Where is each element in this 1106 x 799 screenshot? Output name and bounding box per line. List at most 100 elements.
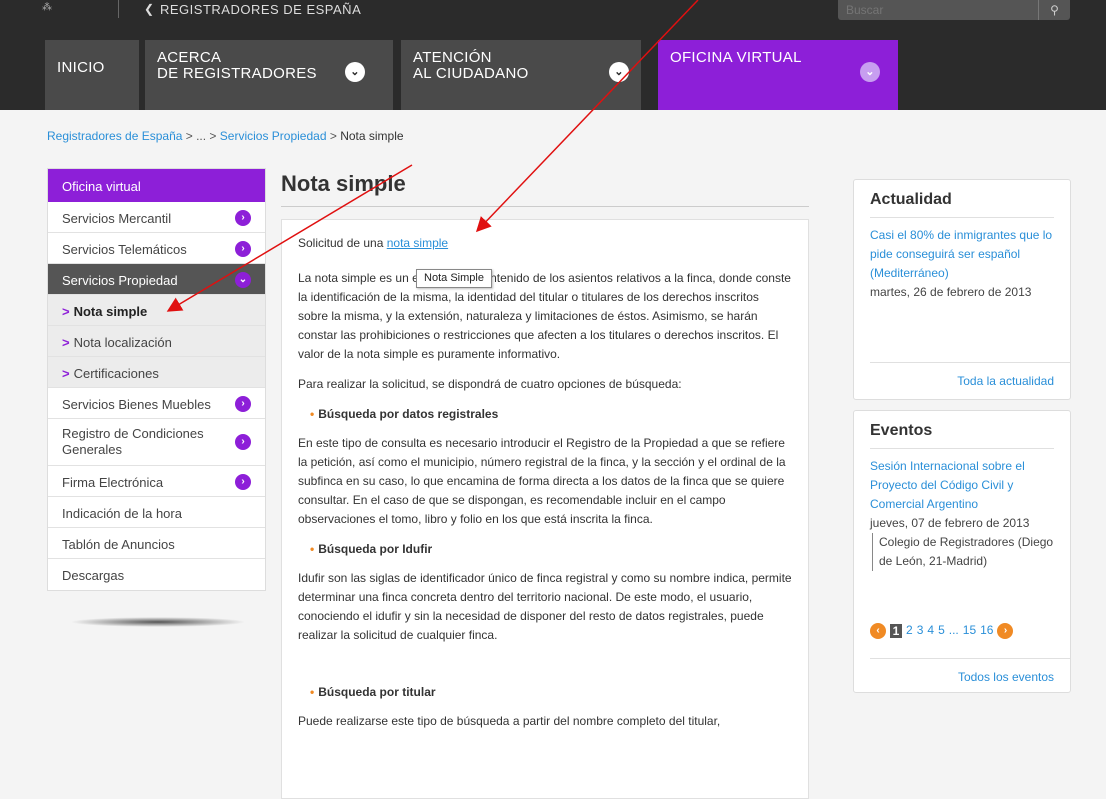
all-events-link[interactable]: Todos los eventos (958, 668, 1054, 687)
page-link[interactable]: 3 (917, 623, 924, 637)
sidebar: Oficina virtual Servicios Mercantil › Ser… (47, 168, 266, 591)
page-title: Nota simple (281, 171, 406, 196)
nav-tab-label: INICIO (57, 59, 105, 76)
page-link[interactable]: 4 (927, 623, 934, 637)
sidebar-item-descargas[interactable]: Descargas (48, 559, 265, 590)
intro-line: Solicitud de una nota simple (298, 234, 792, 253)
divider (870, 362, 1070, 363)
nav-tab-label: AL CIUDADANO (413, 65, 529, 82)
section-heading: • Búsqueda por titular (310, 683, 792, 702)
sidebar-subitem-certificaciones[interactable]: > Certificaciones (48, 357, 265, 388)
main-content: Solicitud de una nota simple La nota sim… (281, 219, 809, 799)
sidebar-item-indicacion-hora[interactable]: Indicación de la hora (48, 497, 265, 528)
sidebar-item-label: Registro de Condiciones Generales (62, 426, 204, 457)
caret-right-icon: > (62, 335, 70, 350)
page-link[interactable]: 15 (963, 623, 976, 637)
news-title: Actualidad (870, 190, 1054, 218)
nav-tab-label: OFICINA VIRTUAL (670, 49, 802, 66)
page-current: 1 (890, 623, 902, 638)
sidebar-item-label: Servicios Bienes Muebles (62, 397, 211, 412)
nav-tab-atencion[interactable]: ATENCIÓN AL CIUDADANO ⌄ (401, 40, 641, 110)
chevron-down-icon: ⌄ (235, 272, 251, 288)
page-link[interactable]: 2 (906, 623, 913, 637)
chevron-right-icon: › (235, 241, 251, 257)
paragraph: Para realizar la solicitud, se dispondrá… (298, 377, 682, 391)
divider (118, 0, 119, 18)
sidebar-item-label: Nota simple (73, 304, 148, 319)
sidebar-item-condiciones-generales[interactable]: Registro de Condiciones Generales › (48, 419, 265, 466)
bullet-icon: • (310, 542, 315, 556)
sidebar-item-bienes-muebles[interactable]: Servicios Bienes Muebles › (48, 388, 265, 419)
search-input[interactable] (838, 0, 1038, 20)
chevron-down-icon[interactable]: ⌄ (609, 62, 629, 82)
section-heading: • Búsqueda por Idufir (310, 540, 792, 559)
bullet-icon: • (310, 685, 315, 699)
sidebar-item-servicios-telematicos[interactable]: Servicios Telemáticos › (48, 233, 265, 264)
sidebar-item-servicios-mercantil[interactable]: Servicios Mercantil › (48, 202, 265, 233)
chevron-right-icon: › (235, 434, 251, 450)
sidebar-item-firma-electronica[interactable]: Firma Electrónica › (48, 466, 265, 497)
event-link[interactable]: Sesión Internacional sobre el Proyecto d… (870, 457, 1054, 514)
site-header: ⁂ ❮ REGISTRADORES DE ESPAÑA ⚲ INICIO ACE… (0, 0, 1106, 110)
chevron-right-icon: › (235, 474, 251, 490)
sidebar-item-label: Descargas (62, 568, 125, 583)
section-heading-text: Búsqueda por titular (318, 685, 436, 699)
sidebar-item-label: Servicios Telemáticos (62, 242, 187, 257)
chevron-down-icon[interactable]: ⌄ (345, 62, 365, 82)
breadcrumb-separator: > ... > (182, 129, 220, 143)
nav-tab-inicio[interactable]: INICIO (45, 40, 139, 110)
paragraph: Puede realizarse este tipo de búsqueda a… (298, 714, 721, 728)
events-panel: Eventos Sesión Internacional sobre el Pr… (853, 410, 1071, 693)
nav-tab-acerca[interactable]: ACERCA DE REGISTRADORES ⌄ (145, 40, 393, 110)
section-heading-text: Búsqueda por Idufir (318, 542, 433, 556)
sidebar-item-tablon-anuncios[interactable]: Tablón de Anuncios (48, 528, 265, 559)
caret-right-icon: > (62, 304, 70, 319)
page-link[interactable]: 5 (938, 623, 945, 637)
top-bar: ⁂ ❮ REGISTRADORES DE ESPAÑA ⚲ (0, 0, 1106, 22)
sidebar-header[interactable]: Oficina virtual (48, 169, 265, 202)
search-box: ⚲ (838, 0, 1070, 20)
page-link[interactable]: 16 (980, 623, 993, 637)
event-location: Colegio de Registradores (Diego de León,… (872, 533, 1054, 571)
section-heading-text: Búsqueda por datos registrales (318, 407, 499, 421)
sidebar-shadow (70, 617, 246, 627)
nav-tab-oficina-virtual[interactable]: OFICINA VIRTUAL ⌄ (658, 40, 898, 110)
chevron-down-icon[interactable]: ⌄ (860, 62, 880, 82)
nav-tab-label: ATENCIÓN (413, 49, 492, 66)
sidebar-subitem-nota-localizacion[interactable]: > Nota localización (48, 326, 265, 357)
sidebar-item-label: Tablón de Anuncios (62, 537, 175, 552)
breadcrumb-home[interactable]: Registradores de España (47, 129, 182, 143)
breadcrumb: Registradores de España > ... > Servicio… (47, 129, 404, 143)
news-panel: Actualidad Casi el 80% de inmigrantes qu… (853, 179, 1071, 400)
prev-page-icon[interactable]: ‹ (870, 622, 886, 639)
bullet-icon: • (310, 407, 315, 421)
chevron-right-icon: › (235, 210, 251, 226)
page-ellipsis: ... (948, 623, 959, 637)
sidebar-item-label: Indicación de la hora (62, 506, 182, 521)
sidebar-item-label: Servicios Mercantil (62, 211, 172, 226)
tooltip: Nota Simple (416, 269, 492, 288)
paragraph: La nota simple es un extracto del conten… (298, 271, 791, 361)
pagination: ‹ 1 2 3 4 5... 15 16 › (870, 621, 1014, 640)
breadcrumb-section[interactable]: Servicios Propiedad (220, 129, 327, 143)
news-link[interactable]: Casi el 80% de inmigrantes que lo pide c… (870, 226, 1054, 283)
paragraph: En este tipo de consulta es necesario in… (298, 436, 786, 526)
divider (281, 206, 809, 207)
all-news-link[interactable]: Toda la actualidad (957, 372, 1054, 391)
sidebar-item-servicios-propiedad[interactable]: Servicios Propiedad ⌄ (48, 264, 265, 295)
search-icon[interactable]: ⚲ (1038, 0, 1070, 20)
sidebar-item-label: Servicios Propiedad (62, 273, 178, 288)
sidebar-item-label: Firma Electrónica (62, 475, 164, 490)
site-name[interactable]: REGISTRADORES DE ESPAÑA (160, 2, 361, 17)
intro-text: Solicitud de una (298, 236, 387, 250)
logo-icon[interactable]: ⁂ (42, 2, 88, 16)
breadcrumb-separator: > (326, 129, 341, 143)
back-arrow-icon[interactable]: ❮ (144, 2, 154, 16)
divider (870, 658, 1070, 659)
events-title: Eventos (870, 421, 1054, 449)
event-date: jueves, 07 de febrero de 2013 (870, 516, 1030, 530)
paragraph: Idufir son las siglas de identificador ú… (298, 571, 792, 642)
sidebar-subitem-nota-simple[interactable]: > Nota simple (48, 295, 265, 326)
next-page-icon[interactable]: › (997, 622, 1014, 639)
nota-simple-link[interactable]: nota simple (387, 236, 448, 250)
